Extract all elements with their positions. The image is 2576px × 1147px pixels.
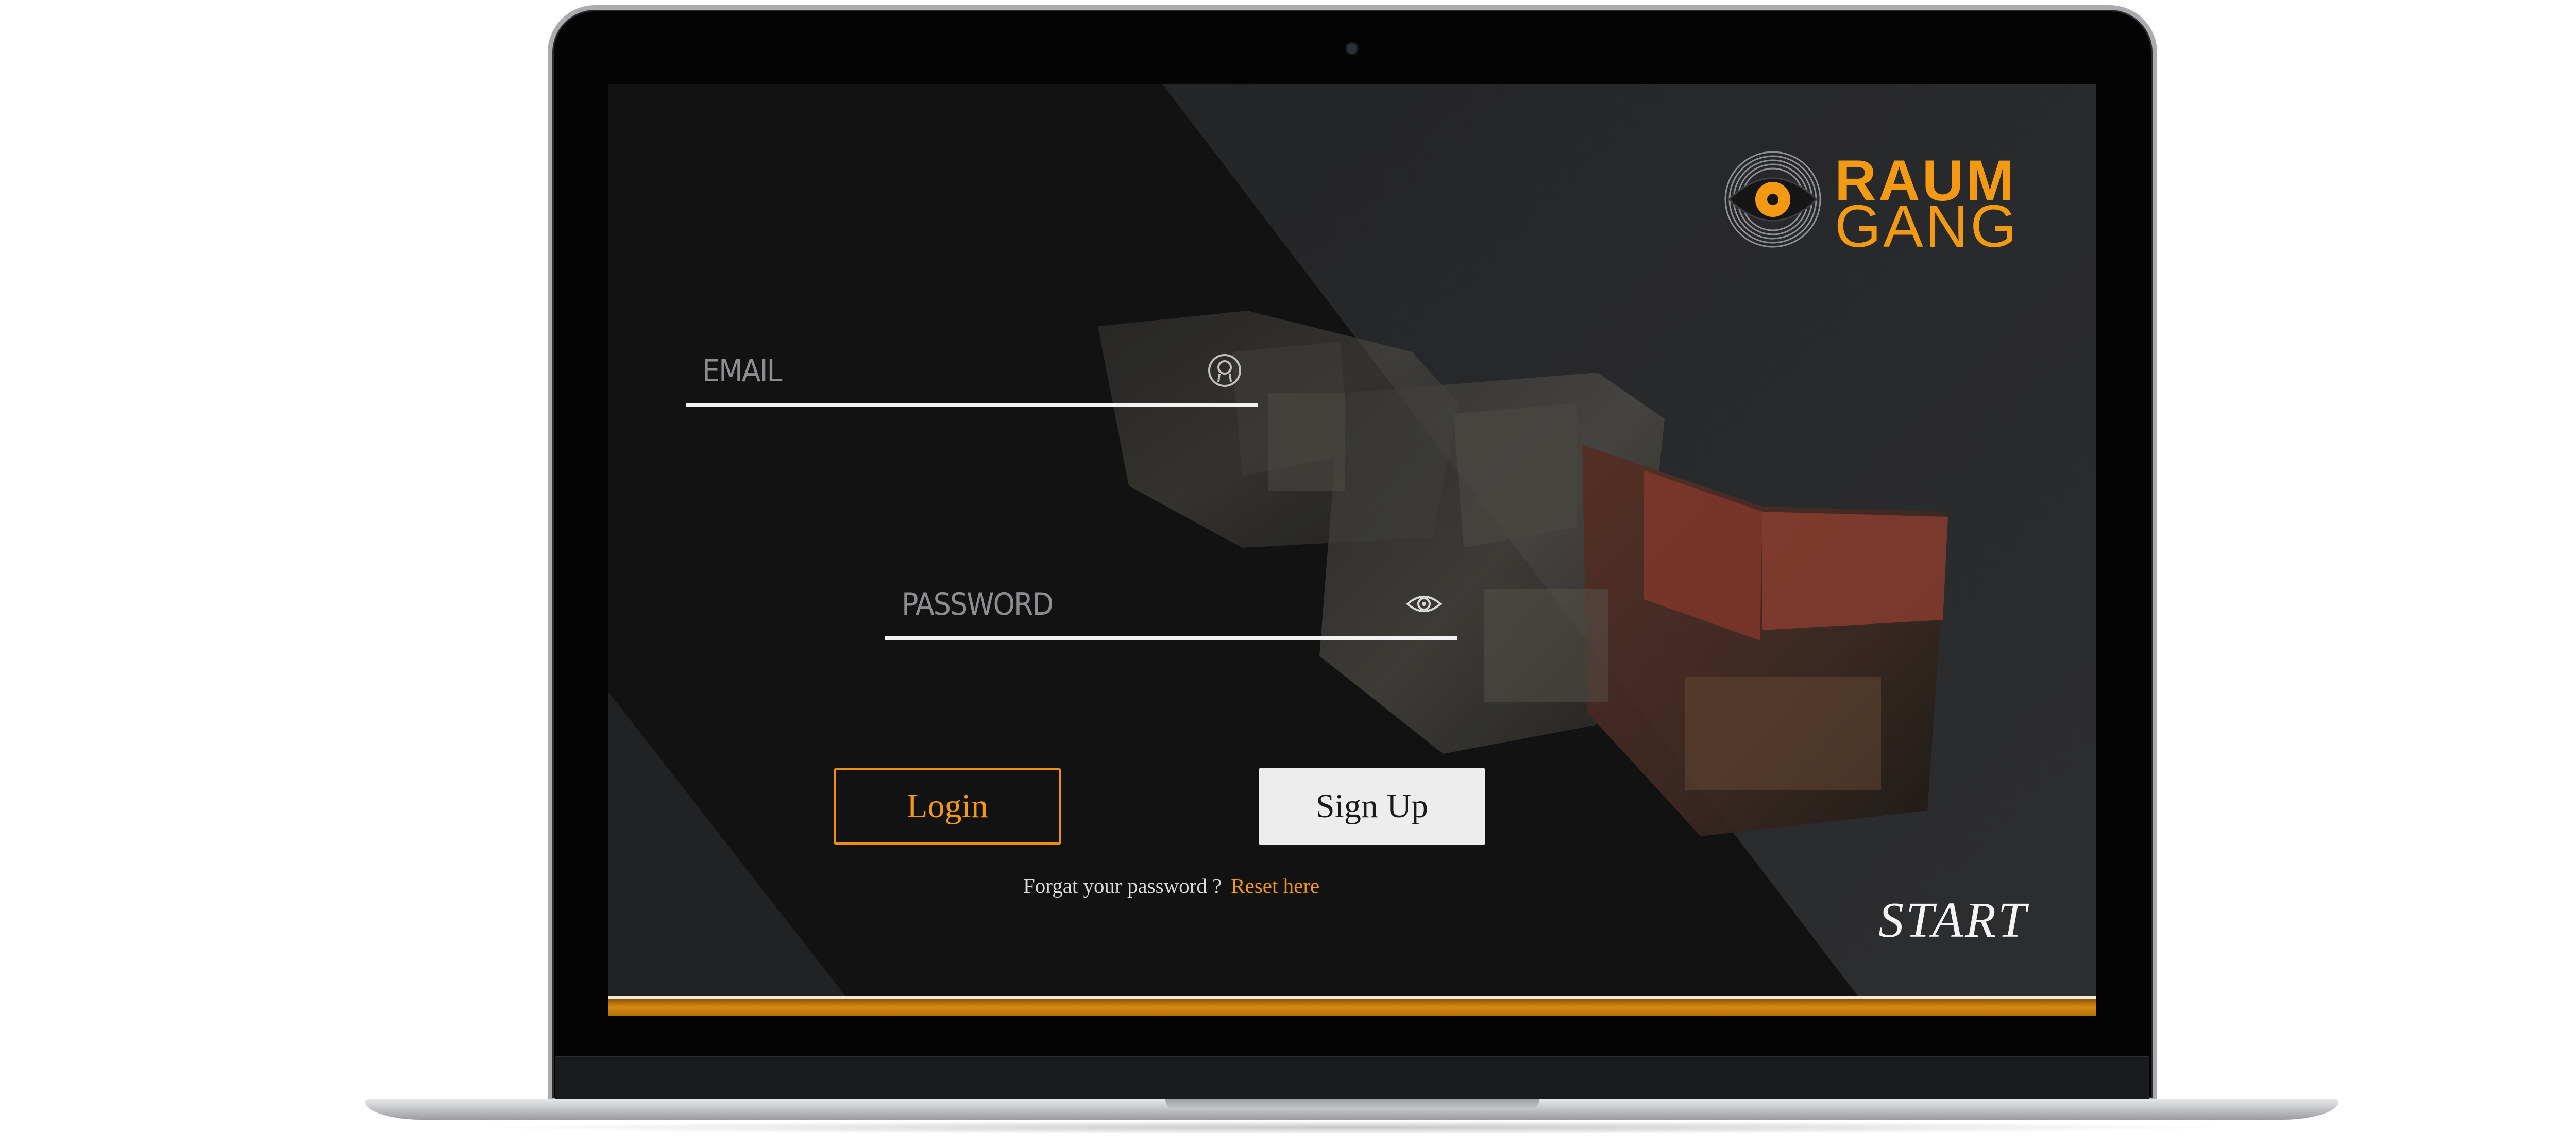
webcam [1347, 43, 1357, 54]
raumgang-logo: RAUM GANG [1724, 130, 2023, 267]
app-screen: RAUM GANG Login Sign Up Forgat your pass… [608, 84, 2096, 1016]
laptop-shadow [453, 1121, 2251, 1134]
eye-disc-icon [1724, 151, 1821, 248]
start-button[interactable]: START [1878, 891, 2028, 949]
laptop-base-notch [1165, 1099, 1539, 1110]
email-input[interactable] [701, 338, 1157, 404]
reset-password-link[interactable]: Reset here [1231, 874, 1319, 898]
user-icon [1208, 354, 1241, 387]
laptop-bezel-bottom [555, 1056, 2149, 1100]
password-field [885, 571, 1457, 640]
forgot-password-text: Forgat your password ? [1023, 874, 1222, 898]
password-input[interactable] [901, 571, 1356, 637]
forgot-password-row: Forgat your password ? Reset here [1023, 873, 1319, 898]
logo-word-gang: GANG [1835, 193, 2019, 260]
signup-button[interactable]: Sign Up [1259, 768, 1485, 845]
login-button[interactable]: Login [834, 768, 1061, 845]
eye-icon[interactable] [1405, 585, 1443, 622]
email-field [686, 338, 1258, 407]
bottom-accent-bar [608, 996, 2096, 1016]
